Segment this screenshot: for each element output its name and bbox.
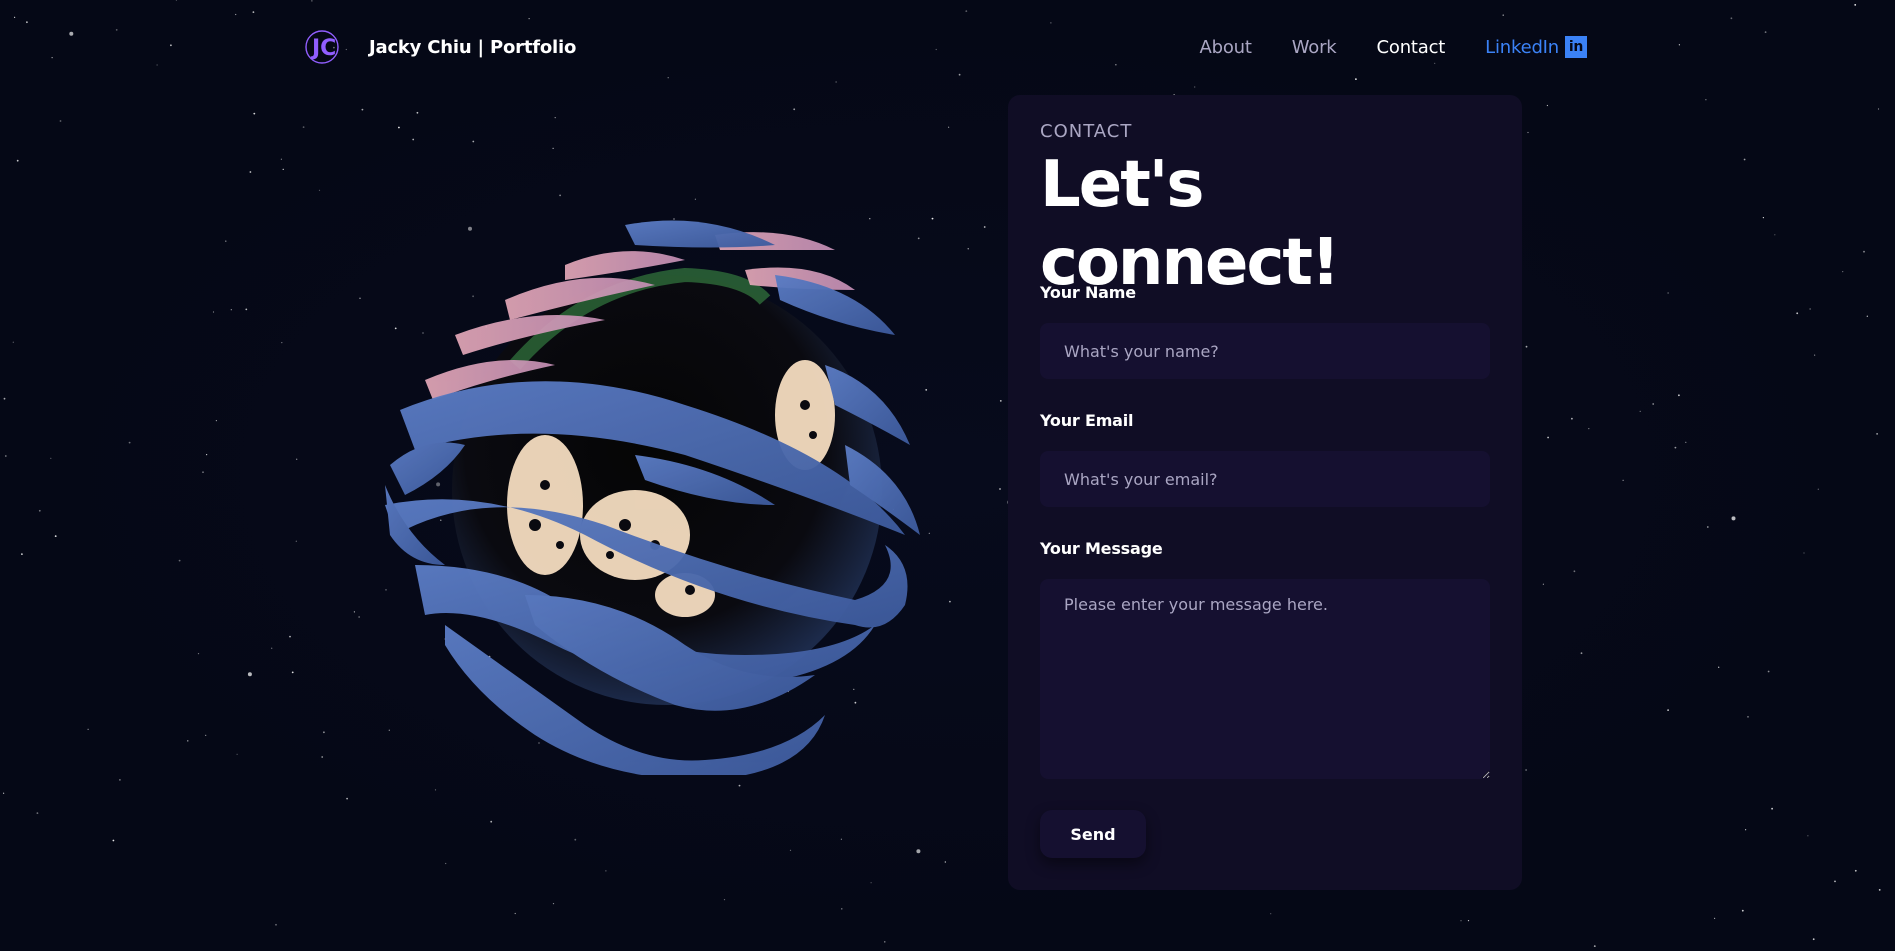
- navbar: JC Jacky Chiu | Portfolio About Work Con…: [305, 22, 1587, 72]
- email-label: Your Email: [1040, 411, 1134, 430]
- page-title: Let's connect!: [1040, 148, 1340, 300]
- nav-links: About Work Contact LinkedIn in: [1200, 36, 1587, 58]
- earth-globe-icon: [385, 220, 920, 780]
- nav-link-contact[interactable]: Contact: [1377, 37, 1446, 58]
- name-field[interactable]: [1040, 323, 1490, 379]
- message-label: Your Message: [1040, 539, 1163, 558]
- earth-globe-canvas[interactable]: [385, 205, 955, 780]
- linkedin-icon: in: [1565, 36, 1587, 58]
- brand-link[interactable]: JC Jacky Chiu | Portfolio: [305, 29, 576, 65]
- nav-link-linkedin[interactable]: LinkedIn in: [1485, 36, 1587, 58]
- jc-logo-icon: JC: [305, 29, 353, 65]
- section-eyebrow: CONTACT: [1040, 121, 1133, 142]
- linkedin-label: LinkedIn: [1485, 36, 1559, 58]
- name-label: Your Name: [1040, 283, 1136, 302]
- contact-page: JC Jacky Chiu | Portfolio About Work Con…: [0, 0, 1895, 951]
- message-field[interactable]: [1040, 579, 1490, 779]
- brand-name: Jacky Chiu | Portfolio: [369, 36, 577, 58]
- email-field[interactable]: [1040, 451, 1490, 507]
- contact-card: CONTACT Let's connect! Your Name Your Em…: [1008, 95, 1522, 890]
- nav-link-about[interactable]: About: [1200, 37, 1252, 58]
- nav-link-work[interactable]: Work: [1292, 37, 1337, 58]
- svg-text:JC: JC: [310, 36, 336, 61]
- send-button[interactable]: Send: [1040, 810, 1146, 858]
